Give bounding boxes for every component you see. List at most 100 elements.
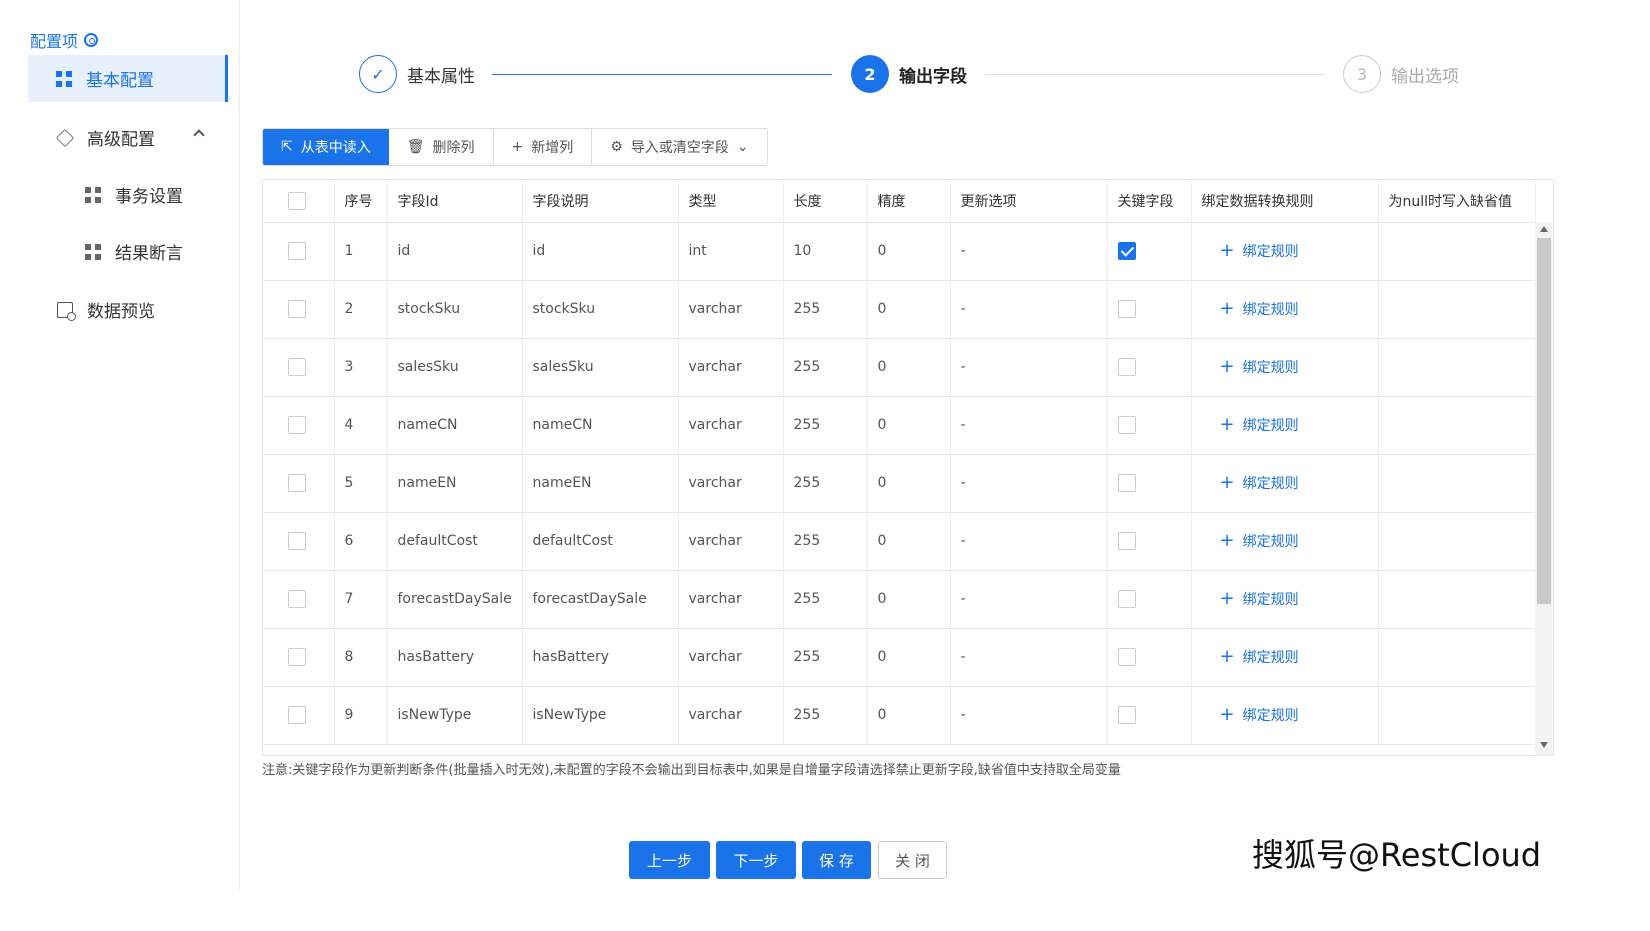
bind-rule-link[interactable]: + 绑定规则 <box>1202 647 1299 667</box>
key-field-checkbox[interactable] <box>1117 706 1136 724</box>
key-field-checkbox[interactable] <box>1117 416 1136 434</box>
column-header[interactable]: 精度 <box>867 180 951 223</box>
step-output-options[interactable]: 3 输出选项 <box>1343 55 1459 93</box>
bind-rule-link[interactable]: + 绑定规则 <box>1202 357 1299 377</box>
bind-rule-link[interactable]: + 绑定规则 <box>1202 241 1299 261</box>
row-checkbox[interactable] <box>288 532 306 550</box>
cell-type[interactable]: varchar <box>678 628 784 687</box>
column-header[interactable]: 类型 <box>678 180 784 223</box>
cell-precision[interactable]: 0 <box>867 280 951 339</box>
cell-field-id[interactable]: stockSku <box>387 280 523 339</box>
row-checkbox[interactable] <box>288 242 306 260</box>
cell-default-value[interactable] <box>1378 686 1536 745</box>
vertical-scrollbar[interactable] <box>1535 222 1553 755</box>
cell-precision[interactable]: 0 <box>867 396 951 455</box>
table-row[interactable]: 5 nameEN nameEN varchar 255 0- + 绑定规则 <box>263 454 1536 513</box>
read-from-table-button[interactable]: ⇱ 从表中读入 <box>263 129 389 165</box>
cell-update[interactable]: - <box>950 454 1108 513</box>
row-checkbox[interactable] <box>288 706 306 724</box>
cell-default-value[interactable] <box>1378 454 1536 513</box>
cell-update[interactable]: - <box>950 512 1108 571</box>
chevron-up-icon[interactable] <box>193 129 205 141</box>
table-row[interactable]: 8 hasBattery hasBattery varchar 255 0- + 绑定规则 <box>263 628 1536 687</box>
cell-desc[interactable]: stockSku <box>522 280 679 339</box>
cell-type[interactable]: varchar <box>678 454 784 513</box>
cell-field-id[interactable]: nameEN <box>387 454 523 513</box>
cell-field-id[interactable]: id <box>387 222 523 281</box>
cell-desc[interactable]: nameCN <box>522 396 679 455</box>
cell-length[interactable]: 255 <box>783 454 868 513</box>
select-all-checkbox[interactable] <box>288 191 306 210</box>
table-row[interactable]: 9 isNewType isNewType varchar 255 0- + 绑定规则 <box>263 686 1536 745</box>
cell-default-value[interactable] <box>1378 570 1536 629</box>
prev-step-button[interactable]: 上一步 <box>629 841 710 879</box>
cell-precision[interactable]: 0 <box>867 628 951 687</box>
sidebar-item-result-assertion[interactable]: 结果断言 <box>85 239 183 264</box>
cell-length[interactable]: 255 <box>783 396 868 455</box>
cell-length[interactable]: 255 <box>783 512 868 571</box>
column-header[interactable]: 字段Id <box>387 180 523 223</box>
cell-precision[interactable]: 0 <box>867 454 951 513</box>
cell-update[interactable]: - <box>950 396 1108 455</box>
table-row[interactable]: 3 salesSku salesSku varchar 255 0- + 绑定规则 <box>263 338 1536 397</box>
cell-type[interactable]: int <box>678 222 784 281</box>
key-field-checkbox[interactable] <box>1117 300 1136 318</box>
cell-desc[interactable]: defaultCost <box>522 512 679 571</box>
cell-type[interactable]: varchar <box>678 338 784 397</box>
cell-default-value[interactable] <box>1378 222 1536 281</box>
cell-precision[interactable]: 0 <box>867 570 951 629</box>
cell-default-value[interactable] <box>1378 338 1536 397</box>
cell-precision[interactable]: 0 <box>867 686 951 745</box>
bind-rule-link[interactable]: + 绑定规则 <box>1202 415 1299 435</box>
table-row[interactable]: 4 nameCN nameCN varchar 255 0- + 绑定规则 <box>263 396 1536 455</box>
cell-update[interactable]: - <box>950 338 1108 397</box>
cell-no[interactable]: 3 <box>334 338 388 397</box>
bind-rule-link[interactable]: + 绑定规则 <box>1202 531 1299 551</box>
add-column-button[interactable]: + 新增列 <box>493 129 593 165</box>
table-row[interactable]: 1 id id int 10 0- + 绑定规则 <box>263 222 1536 281</box>
cell-length[interactable]: 255 <box>783 280 868 339</box>
cell-type[interactable]: varchar <box>678 512 784 571</box>
cell-update[interactable]: - <box>950 280 1108 339</box>
cell-desc[interactable]: nameEN <box>522 454 679 513</box>
key-field-checkbox[interactable] <box>1117 648 1136 666</box>
cell-type[interactable]: varchar <box>678 570 784 629</box>
cell-field-id[interactable]: defaultCost <box>387 512 523 571</box>
row-checkbox[interactable] <box>288 416 306 434</box>
cell-default-value[interactable] <box>1378 628 1536 687</box>
sidebar-item-transaction-settings[interactable]: 事务设置 <box>85 182 183 207</box>
close-button[interactable]: 关 闭 <box>878 841 947 879</box>
cell-no[interactable]: 1 <box>334 222 388 281</box>
cell-no[interactable]: 6 <box>334 512 388 571</box>
cell-no[interactable]: 7 <box>334 570 388 629</box>
key-field-checkbox[interactable] <box>1117 474 1136 492</box>
cell-length[interactable]: 255 <box>783 338 868 397</box>
sidebar-item-advanced-config[interactable]: 高级配置 <box>55 125 155 150</box>
key-field-checkbox[interactable] <box>1117 242 1136 260</box>
row-checkbox[interactable] <box>288 358 306 376</box>
cell-no[interactable]: 5 <box>334 454 388 513</box>
cell-desc[interactable]: forecastDaySale <box>522 570 679 629</box>
cell-default-value[interactable] <box>1378 280 1536 339</box>
bind-rule-link[interactable]: + 绑定规则 <box>1202 299 1299 319</box>
row-checkbox[interactable] <box>288 590 306 608</box>
cell-desc[interactable]: hasBattery <box>522 628 679 687</box>
row-checkbox[interactable] <box>288 300 306 318</box>
cell-length[interactable]: 10 <box>783 222 868 281</box>
cell-update[interactable]: - <box>950 570 1108 629</box>
step-basic-attributes[interactable]: ✓ 基本属性 <box>359 55 475 93</box>
column-header[interactable]: 序号 <box>334 180 388 223</box>
bind-rule-link[interactable]: + 绑定规则 <box>1202 473 1299 493</box>
cell-type[interactable]: varchar <box>678 686 784 745</box>
cell-precision[interactable]: 0 <box>867 338 951 397</box>
cell-field-id[interactable]: nameCN <box>387 396 523 455</box>
row-checkbox[interactable] <box>288 648 306 666</box>
column-header[interactable]: 长度 <box>783 180 868 223</box>
column-header[interactable]: 关键字段 <box>1107 180 1192 223</box>
column-header[interactable]: 字段说明 <box>522 180 679 223</box>
cell-type[interactable]: varchar <box>678 396 784 455</box>
key-field-checkbox[interactable] <box>1117 358 1136 376</box>
scroll-up-icon[interactable] <box>1540 226 1548 232</box>
delete-column-button[interactable]: 🗑 删除列 <box>388 129 494 165</box>
scroll-thumb[interactable] <box>1537 238 1551 604</box>
